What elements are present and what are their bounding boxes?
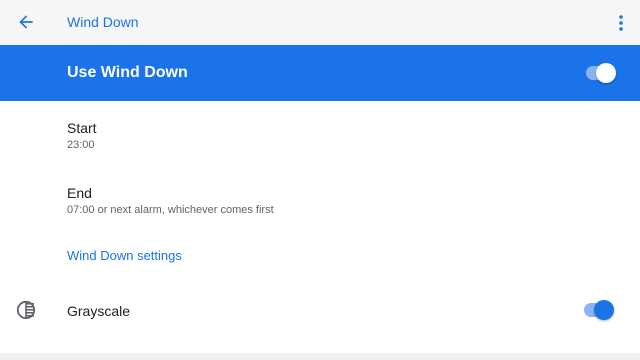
switch-thumb — [596, 63, 616, 83]
start-summary: 23:00 — [67, 139, 95, 151]
page-title: Wind Down — [67, 14, 139, 30]
end-time-item[interactable]: End 07:00 or next alarm, whichever comes… — [0, 173, 640, 231]
grayscale-icon — [16, 300, 36, 320]
bottom-divider — [0, 353, 640, 360]
more-vert-icon — [619, 15, 623, 31]
app-bar: Wind Down — [0, 0, 640, 45]
use-wind-down-switch[interactable] — [586, 63, 616, 83]
switch-thumb — [594, 300, 614, 320]
start-time-item[interactable]: Start 23:00 — [0, 107, 640, 165]
start-title: Start — [67, 120, 97, 136]
grayscale-switch[interactable] — [584, 300, 614, 320]
arrow-back-icon — [19, 15, 33, 29]
use-wind-down-bar[interactable]: Use Wind Down — [0, 45, 640, 101]
more-options-button[interactable] — [616, 12, 626, 34]
back-button[interactable] — [12, 8, 40, 36]
wind-down-settings-link[interactable]: Wind Down settings — [67, 248, 182, 263]
use-wind-down-label: Use Wind Down — [67, 64, 188, 81]
end-title: End — [67, 185, 92, 201]
grayscale-item[interactable]: Grayscale — [0, 288, 640, 334]
grayscale-label: Grayscale — [67, 303, 131, 319]
end-summary: 07:00 or next alarm, whichever comes fir… — [67, 204, 274, 216]
